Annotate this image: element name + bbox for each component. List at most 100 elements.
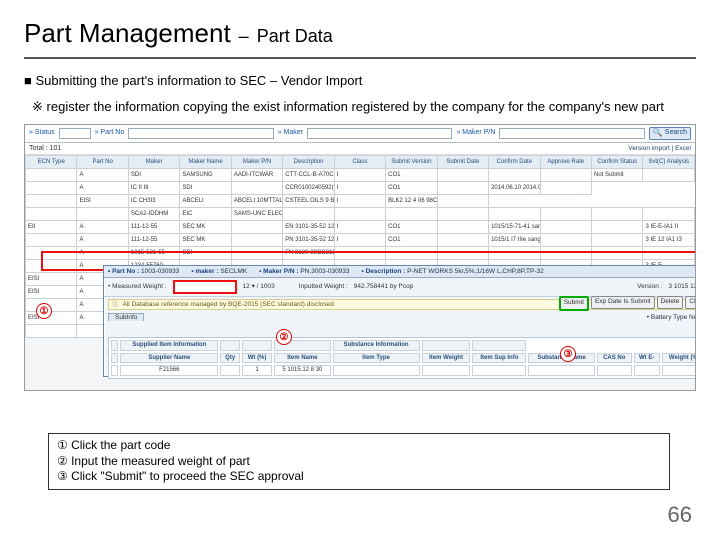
table-cell xyxy=(437,182,488,195)
table-cell: 1015-521-55 xyxy=(128,247,179,260)
table-cell: FN 3120-28CC213SL T xyxy=(283,247,334,260)
table-cell: CO1 xyxy=(386,182,437,195)
table-row[interactable]: ASDISAMSUNGAADI-ITCWARCTT-CCL-B-A70CC-4I… xyxy=(26,169,695,182)
table-row[interactable]: A111-12-55SEC MKPN 3101-35-52 12 Th unm … xyxy=(26,234,695,247)
table-cell: I xyxy=(334,169,385,182)
toolbar-links[interactable]: Version import | Excel xyxy=(628,145,691,152)
table-cell xyxy=(231,234,282,247)
table-cell xyxy=(540,208,591,221)
table-cell: IC II III xyxy=(128,182,179,195)
filter-status-label: » Status xyxy=(29,129,55,137)
table-cell xyxy=(591,234,642,247)
table-cell: 1015/1 I7 IIIe sang-sk.sid1 Approve xyxy=(489,234,540,247)
table-header-cell: Confirm Date xyxy=(489,156,540,169)
subinfo-header xyxy=(111,340,118,351)
table-cell: 111-12-55 xyxy=(128,221,179,234)
filter-partno-input[interactable] xyxy=(128,128,273,139)
table-cell xyxy=(591,247,642,260)
table-cell xyxy=(231,221,282,234)
instruction-3: ③ Click "Submit" to proceed the SEC appr… xyxy=(57,469,661,485)
subinfo-header xyxy=(242,340,272,351)
battery-type-label: • Battery Type Normal xyxy=(647,314,696,321)
table-cell: EIC xyxy=(180,208,231,221)
filter-makerpn-input[interactable] xyxy=(499,128,644,139)
table-cell xyxy=(643,169,695,182)
subinfo-header: Supplier Name xyxy=(120,353,218,364)
subinfo-header: Item Sup Info xyxy=(472,353,526,364)
subinfo-header: Weight (%) xyxy=(662,353,696,364)
subinfo-cell xyxy=(220,365,240,376)
subinfo-cell xyxy=(662,365,696,376)
table-cell: 2014.06.10 2014.06.10 1 softs.sar Approv… xyxy=(489,182,540,195)
table-cell xyxy=(591,221,642,234)
filter-maker-input[interactable] xyxy=(307,128,452,139)
table-cell xyxy=(26,182,77,195)
subinfo-header: Qty xyxy=(220,353,240,364)
table-cell xyxy=(26,260,77,273)
tab-subinfo[interactable]: SubInfo xyxy=(108,313,144,321)
table-cell xyxy=(26,234,77,247)
filter-status-input[interactable] xyxy=(59,128,91,139)
exp-date-button[interactable]: Exp Date Is Submit xyxy=(591,296,655,309)
submit-button[interactable]: Submit xyxy=(559,296,589,311)
table-cell xyxy=(26,208,77,221)
table-header-cell: Maker Name xyxy=(180,156,231,169)
subinfo-header: Item Type xyxy=(333,353,420,364)
table-cell xyxy=(283,208,334,221)
table-cell: SAMS-UNC ELECT 0SRLCNC3 xyxy=(231,208,282,221)
version-label: Version : xyxy=(637,283,662,290)
table-header-cell: Svt(C) Analysis xyxy=(643,156,695,169)
table-row[interactable]: SCA2-IDDHMEICSAMS-UNC ELECT 0SRLCNC3 xyxy=(26,208,695,221)
table-cell xyxy=(437,208,488,221)
table-cell xyxy=(437,234,488,247)
table-cell: EISI xyxy=(26,273,77,286)
table-cell: A xyxy=(77,234,128,247)
subinfo-tabs: SubInfo • Battery Type Normal xyxy=(104,312,696,321)
measured-weight-input[interactable] xyxy=(173,280,237,294)
table-row[interactable]: A1015-521-55SDIFN 3120-28CC213SL T xyxy=(26,247,695,260)
table-cell xyxy=(77,208,128,221)
table-cell xyxy=(489,169,540,182)
table-cell xyxy=(386,247,437,260)
table-row[interactable]: EISIIC CH3I3ABCELIABCELI 10MTTAL C00 C4S… xyxy=(26,195,695,208)
table-row[interactable]: EIIA111-12-55SEC MKEN 3101-35-52 12 Th u… xyxy=(26,221,695,234)
table-cell xyxy=(489,208,540,221)
table-header-cell: Submit Date xyxy=(437,156,488,169)
table-cell: PN 3101-35-52 12 Th unm 0 xyxy=(283,234,334,247)
popup-partno-val: 1003-030933 xyxy=(141,268,179,275)
table-cell: EN 3101-35-52 12 Th unm 0 xyxy=(283,221,334,234)
callout-3: ③ xyxy=(560,346,576,362)
intro-text-2: register the information copying the exi… xyxy=(47,99,664,114)
subinfo-cell xyxy=(333,365,420,376)
delete-button[interactable]: Delete xyxy=(657,296,684,309)
callout-2: ② xyxy=(276,329,292,345)
table-cell: CSTEEL OILS 9 BSCC TI xyxy=(283,195,334,208)
table-cell: Not Submit xyxy=(591,169,642,182)
subinfo-header: Item Weight xyxy=(422,353,471,364)
table-cell: 3 IE-E-IA1 II xyxy=(643,221,695,234)
info-icon: ⓘ xyxy=(112,301,119,308)
popup-info-text: All Database reference managed by BQE-20… xyxy=(123,301,334,308)
subinfo-header: Substance Information xyxy=(333,340,420,351)
table-cell xyxy=(437,221,488,234)
table-header-cell: Class xyxy=(334,156,385,169)
subinfo-table: Supplied Item InformationSubstance Infor… xyxy=(108,337,696,379)
table-cell: 1015/15-71-41 sang-sk.k Approve xyxy=(489,221,540,234)
subinfo-cell xyxy=(472,365,526,376)
subinfo-cell: 5 1015.12 8 30 xyxy=(274,365,330,376)
title-main: Part Management xyxy=(24,18,231,49)
table-row[interactable]: AIC II IIISDICCR0100240592(+)ICO12014.06… xyxy=(26,182,695,195)
search-button[interactable]: 🔍 Search xyxy=(649,127,691,140)
subinfo-header: Wt (%) xyxy=(242,353,272,364)
table-cell: I xyxy=(334,182,385,195)
table-cell: I xyxy=(334,234,385,247)
table-cell xyxy=(437,195,488,208)
page-number: 66 xyxy=(668,502,692,528)
close-button[interactable]: Close xyxy=(685,296,696,309)
subinfo-cell xyxy=(634,365,660,376)
subinfo-header xyxy=(220,340,240,351)
popup-weight-row: • Measured Weight : 12 ▾ / 1003 Inputted… xyxy=(104,278,696,297)
table-cell: I xyxy=(334,221,385,234)
popup-desc-key: • Description : xyxy=(362,268,406,275)
instruction-1: ① Click the part code xyxy=(57,438,661,454)
